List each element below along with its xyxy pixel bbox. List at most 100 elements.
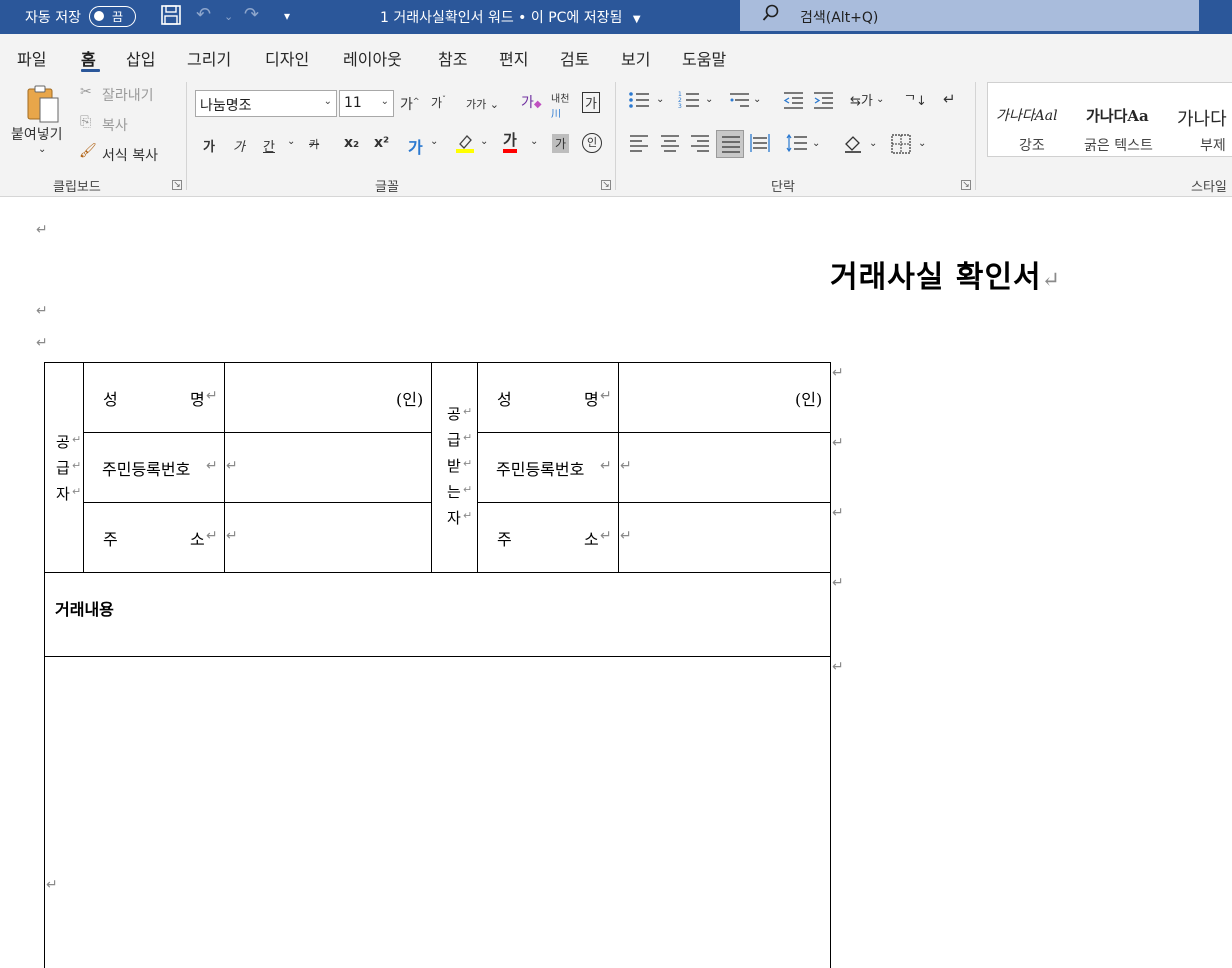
tab-file[interactable]: 파일: [17, 46, 46, 70]
text-direction-icon[interactable]: ⇆가: [850, 90, 873, 109]
receiver-seal[interactable]: (인): [795, 386, 822, 410]
tab-mailings[interactable]: 편지: [499, 46, 528, 70]
text-effects-button[interactable]: 가: [408, 134, 423, 158]
character-border-button[interactable]: 가: [582, 92, 600, 113]
receiver-rrn-label[interactable]: 주민등록번호: [496, 456, 584, 480]
receiver-name-label-b[interactable]: 명: [584, 386, 599, 410]
cut-button[interactable]: 잘라내기: [102, 85, 154, 105]
highlight-dropdown-icon[interactable]: ⌄: [480, 136, 488, 147]
save-icon[interactable]: [160, 4, 182, 31]
line-spacing-icon[interactable]: [786, 133, 808, 156]
tab-view[interactable]: 보기: [621, 46, 650, 70]
font-color-button[interactable]: 가: [503, 131, 517, 153]
undo-icon[interactable]: ↶: [196, 4, 211, 25]
tab-insert[interactable]: 삽입: [126, 46, 155, 70]
paragraph-launcher-icon[interactable]: ↘: [961, 180, 971, 190]
receiver-address-label-b[interactable]: 소: [584, 526, 599, 550]
text-direction-dropdown-icon[interactable]: ⌄: [876, 94, 884, 105]
subscript-button[interactable]: x₂: [344, 135, 359, 151]
increase-indent-icon[interactable]: [812, 90, 834, 114]
sort-icon[interactable]: ᄀ↓: [904, 90, 927, 109]
align-left-icon[interactable]: [629, 134, 649, 156]
format-painter-button[interactable]: 서식 복사: [102, 145, 158, 165]
receiver-label[interactable]: 공급받는자: [447, 401, 463, 531]
tab-layout[interactable]: 레이아웃: [343, 46, 402, 70]
copy-icon[interactable]: ⎘: [80, 114, 91, 130]
shading-icon[interactable]: [842, 132, 864, 158]
search-box[interactable]: 검색(Alt+Q): [740, 0, 1199, 31]
undo-dropdown-icon[interactable]: ⌄: [224, 10, 233, 23]
superscript-button[interactable]: x²: [374, 135, 389, 151]
distributed-icon[interactable]: [750, 134, 770, 156]
tab-review[interactable]: 검토: [560, 46, 589, 70]
borders-dropdown-icon[interactable]: ⌄: [918, 138, 926, 149]
paste-dropdown-icon[interactable]: ⌄: [38, 144, 46, 155]
show-paragraph-marks-icon[interactable]: ↵: [943, 90, 956, 108]
font-launcher-icon[interactable]: ↘: [601, 180, 611, 190]
borders-icon[interactable]: [891, 134, 911, 158]
clipboard-launcher-icon[interactable]: ↘: [172, 180, 182, 190]
shading-dropdown-icon[interactable]: ⌄: [869, 138, 877, 149]
font-color-dropdown-icon[interactable]: ⌄: [530, 136, 538, 147]
align-center-icon[interactable]: [660, 134, 680, 156]
transaction-label[interactable]: 거래내용: [55, 596, 114, 620]
supplier-address-label-b[interactable]: 소: [190, 526, 205, 550]
style-sample-emphasis[interactable]: 가나다Aal: [996, 105, 1058, 125]
text-effects-dropdown-icon[interactable]: ⌄: [430, 136, 438, 147]
tab-help[interactable]: 도움말: [682, 46, 726, 70]
autosave-toggle[interactable]: 끔: [88, 6, 136, 27]
phonetic-guide-button[interactable]: 내천 川: [551, 90, 569, 120]
multilevel-dropdown-icon[interactable]: ⌄: [753, 94, 761, 105]
receiver-name-label-a[interactable]: 성: [497, 386, 512, 410]
font-size-select[interactable]: 11 ⌄: [339, 90, 394, 117]
shrink-font-button[interactable]: 가ˇ: [431, 94, 446, 111]
enclose-characters-button[interactable]: 인: [582, 133, 602, 153]
numbering-icon[interactable]: 123: [678, 90, 700, 114]
character-shading-button[interactable]: 가: [552, 134, 570, 153]
bold-button[interactable]: 가: [203, 136, 215, 155]
document-heading[interactable]: 거래사실 확인서↵: [830, 252, 1061, 296]
multilevel-list-icon[interactable]: [728, 90, 750, 114]
align-right-icon[interactable]: [690, 134, 710, 156]
supplier-address-label-a[interactable]: 주: [103, 526, 118, 550]
supplier-name-label-a[interactable]: 성: [103, 386, 118, 410]
style-sample-strong[interactable]: 가나다Aa: [1086, 105, 1149, 126]
tab-design[interactable]: 디자인: [265, 46, 309, 70]
autosave[interactable]: 자동 저장 끔: [25, 6, 136, 27]
cut-icon[interactable]: ✂: [80, 84, 92, 100]
copy-button[interactable]: 복사: [102, 115, 128, 135]
document-page[interactable]: ↵ 거래사실 확인서↵ ↵ ↵ 공급자 ↵ ↵ ↵ 성 명 ↵ (인) 주민등록…: [0, 197, 1232, 968]
receiver-address-label-a[interactable]: 주: [497, 526, 512, 550]
highlight-icon[interactable]: [454, 132, 476, 158]
grow-font-button[interactable]: 가^: [400, 94, 420, 114]
customize-qat-icon[interactable]: ▾: [284, 9, 290, 23]
supplier-name-label-b[interactable]: 명: [190, 386, 205, 410]
strikethrough-button[interactable]: 카: [309, 136, 319, 152]
line-spacing-dropdown-icon[interactable]: ⌄: [812, 138, 820, 149]
bullets-icon[interactable]: [628, 90, 650, 114]
redo-icon[interactable]: ↷: [244, 4, 259, 25]
style-name-subtitle[interactable]: 부제: [1200, 135, 1226, 155]
style-name-strong[interactable]: 굵은 텍스트: [1084, 135, 1153, 155]
italic-button[interactable]: 가: [233, 136, 245, 155]
paste-button[interactable]: 붙여넣기: [11, 124, 63, 144]
tab-draw[interactable]: 그리기: [187, 46, 231, 70]
numbering-dropdown-icon[interactable]: ⌄: [705, 94, 713, 105]
underline-button[interactable]: 간: [263, 136, 275, 155]
justify-icon[interactable]: [716, 130, 744, 158]
underline-dropdown-icon[interactable]: ⌄: [287, 136, 295, 147]
tab-references[interactable]: 참조: [438, 46, 467, 70]
supplier-seal[interactable]: (인): [396, 386, 423, 410]
document-title[interactable]: 1 거래사실확인서 워드 • 이 PC에 저장됨 ▼: [380, 7, 641, 27]
decrease-indent-icon[interactable]: [782, 90, 804, 114]
font-name-select[interactable]: 나눔명조 ⌄: [195, 90, 337, 117]
style-name-emphasis[interactable]: 강조: [1019, 135, 1045, 155]
supplier-rrn-label[interactable]: 주민등록번호: [102, 456, 190, 480]
style-sample-subtitle[interactable]: 가나다: [1177, 105, 1227, 131]
clear-formatting-button[interactable]: 가◆: [521, 92, 542, 112]
tab-home[interactable]: 홈: [81, 46, 96, 70]
paste-icon[interactable]: [26, 84, 60, 124]
bullets-dropdown-icon[interactable]: ⌄: [656, 94, 664, 105]
change-case-button[interactable]: 가가 ⌄: [466, 96, 499, 112]
format-painter-icon[interactable]: 🖌: [79, 143, 97, 159]
